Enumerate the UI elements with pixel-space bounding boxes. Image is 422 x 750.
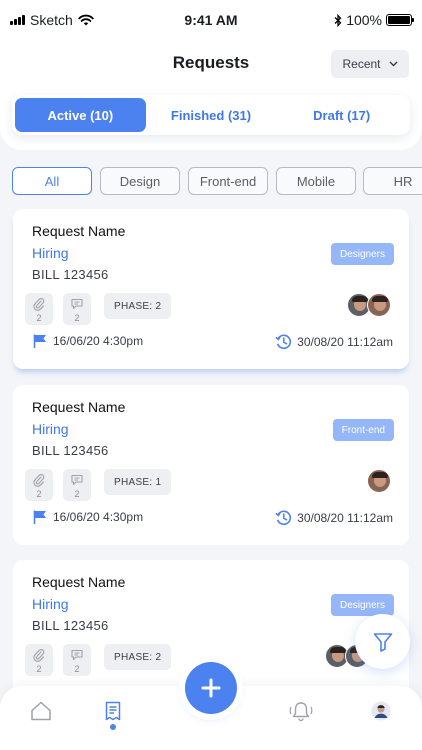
flag-icon [33, 334, 46, 348]
filter-button[interactable] [355, 614, 410, 669]
sort-label: Recent [342, 57, 381, 71]
battery-icon [386, 14, 414, 26]
filter-chip-front-end[interactable]: Front-end [188, 167, 268, 195]
nav-home[interactable] [26, 696, 56, 726]
history-icon [275, 334, 292, 350]
request-bill: BILL 123456 [32, 443, 109, 458]
comment-icon [71, 474, 83, 486]
bluetooth-icon [334, 13, 342, 27]
comment-icon [71, 649, 83, 661]
filter-chip-mobile[interactable]: Mobile [276, 167, 356, 195]
attachments-count[interactable]: 2 [25, 644, 53, 676]
request-type: Hiring [32, 596, 69, 612]
tab-draft[interactable]: Draft (17) [276, 98, 407, 132]
request-name: Request Name [32, 223, 126, 239]
status-tabs: Active (10) Finished (31) Draft (17) [12, 95, 410, 135]
request-bill: BILL 123456 [32, 267, 109, 282]
home-icon [31, 701, 51, 721]
request-name: Request Name [32, 574, 126, 590]
sort-dropdown[interactable]: Recent [331, 50, 409, 78]
assignees [347, 293, 391, 317]
phase-badge: PHASE: 1 [104, 469, 172, 495]
request-card[interactable]: Request Name Hiring BILL 123456 Designer… [13, 209, 409, 369]
updated-date: 30/08/20 11:12am [297, 334, 393, 349]
comments-count[interactable]: 2 [63, 293, 91, 325]
tab-finished[interactable]: Finished (31) [146, 98, 277, 132]
filter-chip-hr[interactable]: HR [363, 167, 422, 195]
nav-profile[interactable] [366, 696, 396, 726]
paperclip-icon [33, 298, 45, 311]
status-bar: Sketch 9:41 AM 100% [0, 0, 422, 40]
bell-icon [289, 702, 313, 722]
comments-count[interactable]: 2 [63, 644, 91, 676]
comment-icon [71, 298, 83, 310]
assignees [367, 469, 391, 493]
plus-icon [201, 678, 221, 698]
nav-requests[interactable] [98, 696, 128, 726]
request-name: Request Name [32, 399, 126, 415]
active-indicator [110, 724, 116, 730]
filter-chip-all[interactable]: All [12, 167, 92, 195]
paperclip-icon [33, 474, 45, 487]
category-filters: All Design Front-end Mobile HR [12, 167, 422, 195]
request-card[interactable]: Request Name Hiring BILL 123456 Front-en… [13, 385, 409, 545]
user-icon [371, 701, 391, 721]
tab-active[interactable]: Active (10) [15, 98, 146, 132]
request-bill: BILL 123456 [32, 618, 109, 633]
chevron-down-icon [389, 61, 398, 67]
updated-date: 30/08/20 11:12am [297, 510, 393, 525]
nav-notifications[interactable] [286, 696, 316, 726]
attachments-count[interactable]: 2 [25, 293, 53, 325]
flag-icon [33, 510, 46, 524]
battery-percent: 100% [346, 12, 382, 28]
category-tag: Front-end [332, 419, 394, 441]
created-date: 16/06/20 4:30pm [53, 510, 144, 524]
phase-badge: PHASE: 2 [104, 293, 172, 319]
comments-count[interactable]: 2 [63, 469, 91, 501]
header: Requests Recent Active (10) Finished (31… [0, 40, 422, 150]
phase-badge: PHASE: 2 [104, 644, 172, 670]
filter-chip-design[interactable]: Design [100, 167, 180, 195]
add-request-button[interactable] [185, 662, 237, 714]
history-icon [275, 510, 292, 526]
request-type: Hiring [32, 245, 69, 261]
paperclip-icon [33, 649, 45, 662]
funnel-icon [373, 632, 392, 652]
avatar [367, 293, 391, 317]
document-icon [105, 701, 121, 721]
avatar [367, 469, 391, 493]
category-tag: Designers [330, 594, 394, 616]
category-tag: Designers [330, 243, 394, 265]
request-type: Hiring [32, 421, 69, 437]
attachments-count[interactable]: 2 [25, 469, 53, 501]
created-date: 16/06/20 4:30pm [53, 334, 144, 348]
